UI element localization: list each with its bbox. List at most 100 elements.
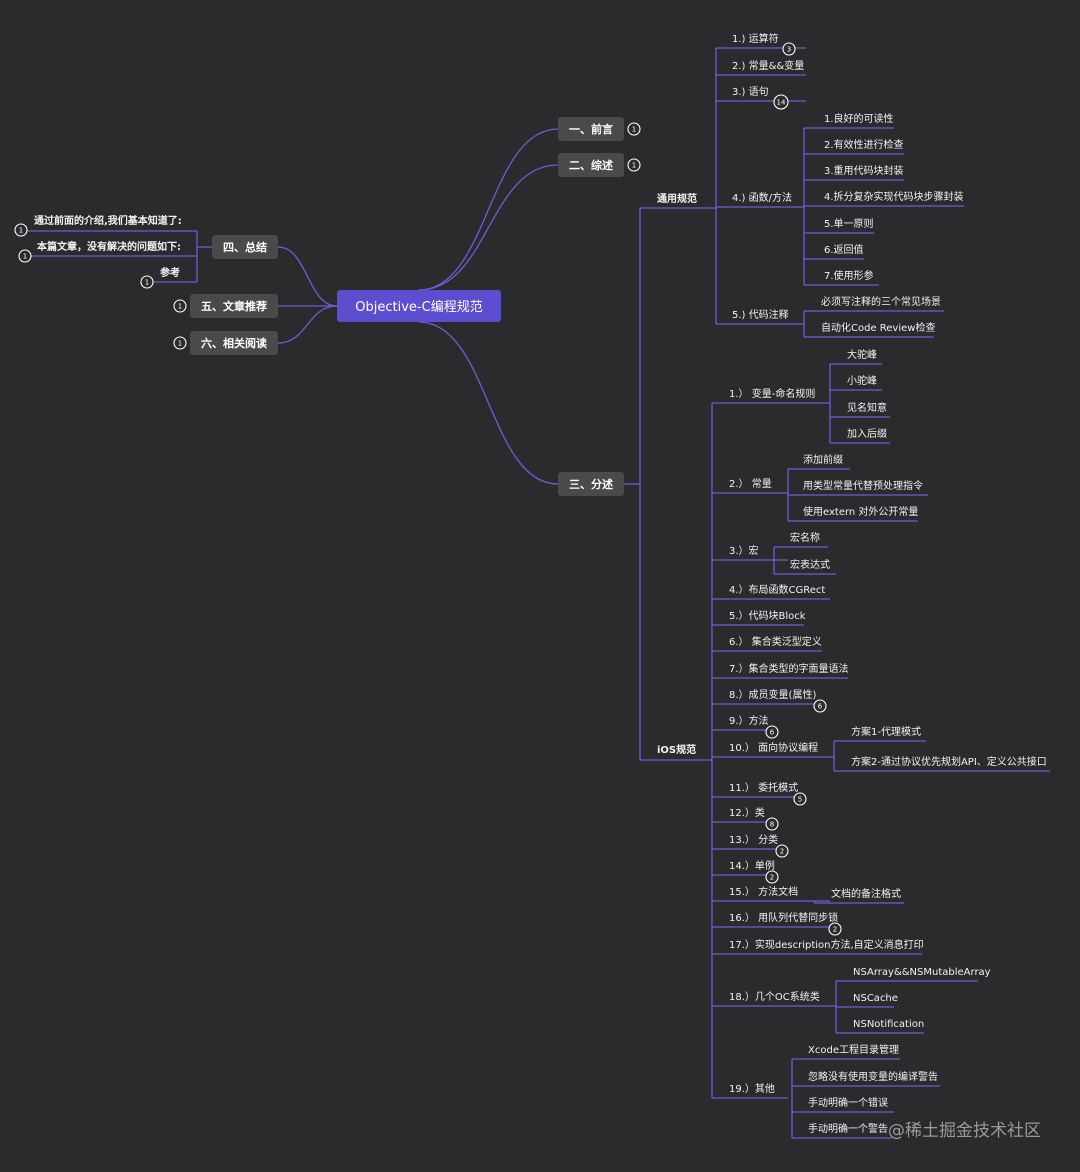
count-badge[interactable]: 8 bbox=[765, 817, 779, 831]
count-badge[interactable]: 5 bbox=[793, 792, 807, 806]
ios-item: 1.） 变量-命名规则 bbox=[729, 387, 815, 400]
ios-item: 19.）其他 bbox=[729, 1082, 775, 1095]
connector-line bbox=[196, 246, 212, 282]
ios-subitem: 文档的备注格式 bbox=[831, 887, 901, 900]
badge-count: 2 bbox=[780, 848, 784, 856]
ios-subitem: 添加前缀 bbox=[803, 453, 843, 466]
ios-item: 17.）实现description方法,自定义消息打印 bbox=[729, 938, 924, 951]
function-rule: 7.使用形参 bbox=[824, 269, 874, 282]
connector-line bbox=[418, 321, 559, 485]
preface-node[interactable]: 一、前言 bbox=[558, 117, 624, 141]
related-node[interactable]: 六、相关阅读 bbox=[190, 331, 278, 355]
ios-item: 5.）代码块Block bbox=[729, 610, 806, 622]
ios-item: 10.） 面向协议编程 bbox=[729, 741, 818, 754]
overview-node-label: 二、综述 bbox=[569, 158, 613, 172]
ios-subitem: 宏表达式 bbox=[790, 558, 830, 571]
badge-count: 3 bbox=[787, 46, 791, 54]
ios-item: 12.）类 bbox=[729, 806, 765, 819]
badge-count: 1 bbox=[178, 340, 182, 348]
ios-item: 4.）布局函数CGRect bbox=[729, 583, 825, 596]
count-badge[interactable]: 2 bbox=[765, 870, 779, 884]
ios-subitem: 宏名称 bbox=[790, 531, 820, 544]
ios-subitem: 加入后缀 bbox=[847, 427, 887, 440]
ios-subitem: 方案2-通过协议优先规划API、定义公共接口 bbox=[851, 755, 1047, 768]
summary-item: 通过前面的介绍,我们基本知道了: bbox=[34, 214, 182, 227]
badge-count: 1 bbox=[632, 126, 636, 134]
count-badge[interactable]: 2 bbox=[828, 922, 842, 936]
badge-count: 1 bbox=[23, 253, 27, 261]
count-badge[interactable]: 1 bbox=[627, 158, 641, 172]
general-item: 2.) 常量&&变量 bbox=[732, 59, 804, 72]
summary-item: 参考 bbox=[160, 266, 180, 279]
ios-item: 6.） 集合类泛型定义 bbox=[729, 635, 822, 648]
nodes: Objective-C编程规范 一、前言 1 二、综述 1 三、分述 四、总结五、文章推荐 1… bbox=[14, 32, 1047, 1135]
ios-subitem: 使用extern 对外公开常量 bbox=[803, 505, 918, 518]
connector-line bbox=[418, 164, 559, 291]
ios-subitem: NSArray&&NSMutableArray bbox=[853, 967, 991, 978]
details-node[interactable]: 三、分述 bbox=[558, 472, 624, 496]
ios-subitem: 大驼峰 bbox=[847, 348, 877, 361]
ios-item: 16.） 用队列代替同步锁 bbox=[729, 911, 838, 924]
watermark: @稀土掘金技术社区 bbox=[888, 1121, 1041, 1141]
ios-subitem: NSCache bbox=[853, 993, 898, 1004]
ios-subitem: 手动明确一个错误 bbox=[808, 1096, 888, 1109]
comment-rule: 自动化Code Review检查 bbox=[821, 321, 935, 334]
badge-count: 2 bbox=[833, 926, 837, 934]
general-item: 5.) 代码注释 bbox=[732, 308, 789, 321]
ios-subitem: 见名知意 bbox=[847, 401, 887, 414]
count-badge[interactable]: 1 bbox=[18, 249, 32, 263]
general-item: 4.) 函数/方法 bbox=[732, 191, 792, 204]
connector-line bbox=[418, 128, 559, 291]
ios-subitem: 小驼峰 bbox=[847, 374, 877, 387]
related-node-label: 六、相关阅读 bbox=[201, 336, 267, 350]
ios-item: 15.） 方法文档 bbox=[729, 885, 798, 898]
badge-count: 5 bbox=[798, 796, 802, 804]
general-item: 3.) 语句 bbox=[732, 85, 769, 98]
general-item: 1.) 运算符 bbox=[732, 32, 779, 45]
summary-node[interactable]: 四、总结 bbox=[212, 235, 278, 259]
recommend-node[interactable]: 五、文章推荐 bbox=[190, 294, 278, 318]
count-badge[interactable]: 2 bbox=[775, 844, 789, 858]
ios-item: 2.） 常量 bbox=[729, 477, 772, 490]
function-rule: 3.重用代码块封装 bbox=[824, 164, 904, 177]
badge-count: 6 bbox=[770, 729, 775, 737]
count-badge[interactable]: 14 bbox=[773, 94, 789, 110]
ios-item: 11.） 委托模式 bbox=[729, 781, 798, 794]
comment-rule: 必须写注释的三个常见场景 bbox=[821, 295, 941, 308]
badge-count: 6 bbox=[818, 703, 823, 711]
badge-count: 1 bbox=[145, 279, 149, 287]
ios-item: 3.）宏 bbox=[729, 544, 759, 557]
summary-node-label: 四、总结 bbox=[223, 240, 267, 254]
details-node-label: 三、分述 bbox=[569, 477, 613, 491]
count-badge[interactable]: 3 bbox=[782, 42, 796, 56]
count-badge[interactable]: 1 bbox=[627, 122, 641, 136]
recommend-node-label: 五、文章推荐 bbox=[201, 299, 267, 313]
count-badge[interactable]: 6 bbox=[765, 725, 779, 739]
count-badge[interactable]: 1 bbox=[173, 336, 187, 350]
count-badge[interactable]: 1 bbox=[140, 275, 154, 289]
summary-item: 本篇文章，没有解决的问题如下: bbox=[37, 240, 181, 253]
function-rule: 1.良好的可读性 bbox=[824, 112, 894, 125]
count-badge[interactable]: 6 bbox=[813, 699, 827, 713]
ios-item: 13.） 分类 bbox=[729, 833, 778, 846]
mind-map-canvas: Objective-C编程规范 一、前言 1 二、综述 1 三、分述 四、总结五、文章推荐 1… bbox=[14, 32, 1050, 1141]
overview-node[interactable]: 二、综述 bbox=[558, 153, 624, 177]
ios-item: 14.）单例 bbox=[729, 859, 775, 872]
badge-count: 2 bbox=[770, 874, 774, 882]
badge-count: 14 bbox=[777, 99, 786, 107]
general-branch-label: 通用规范 bbox=[657, 192, 697, 205]
root-node[interactable]: Objective-C编程规范 bbox=[337, 290, 501, 322]
badge-count: 1 bbox=[178, 303, 182, 311]
ios-subitem: 方案1-代理模式 bbox=[851, 725, 921, 738]
preface-node-label: 一、前言 bbox=[569, 122, 613, 136]
connector-line bbox=[277, 305, 338, 344]
ios-branch-label: iOS规范 bbox=[657, 743, 696, 756]
ios-item: 18.）几个OC系统类 bbox=[729, 990, 820, 1003]
connector-line bbox=[277, 246, 338, 307]
count-badge[interactable]: 1 bbox=[173, 299, 187, 313]
count-badge[interactable]: 1 bbox=[14, 223, 28, 237]
badge-count: 1 bbox=[19, 227, 23, 235]
function-rule: 2.有效性进行检查 bbox=[824, 138, 904, 151]
function-rule: 6.返回值 bbox=[824, 243, 864, 256]
function-rule: 4.拆分复杂实现代码块步骤封装 bbox=[824, 190, 964, 203]
